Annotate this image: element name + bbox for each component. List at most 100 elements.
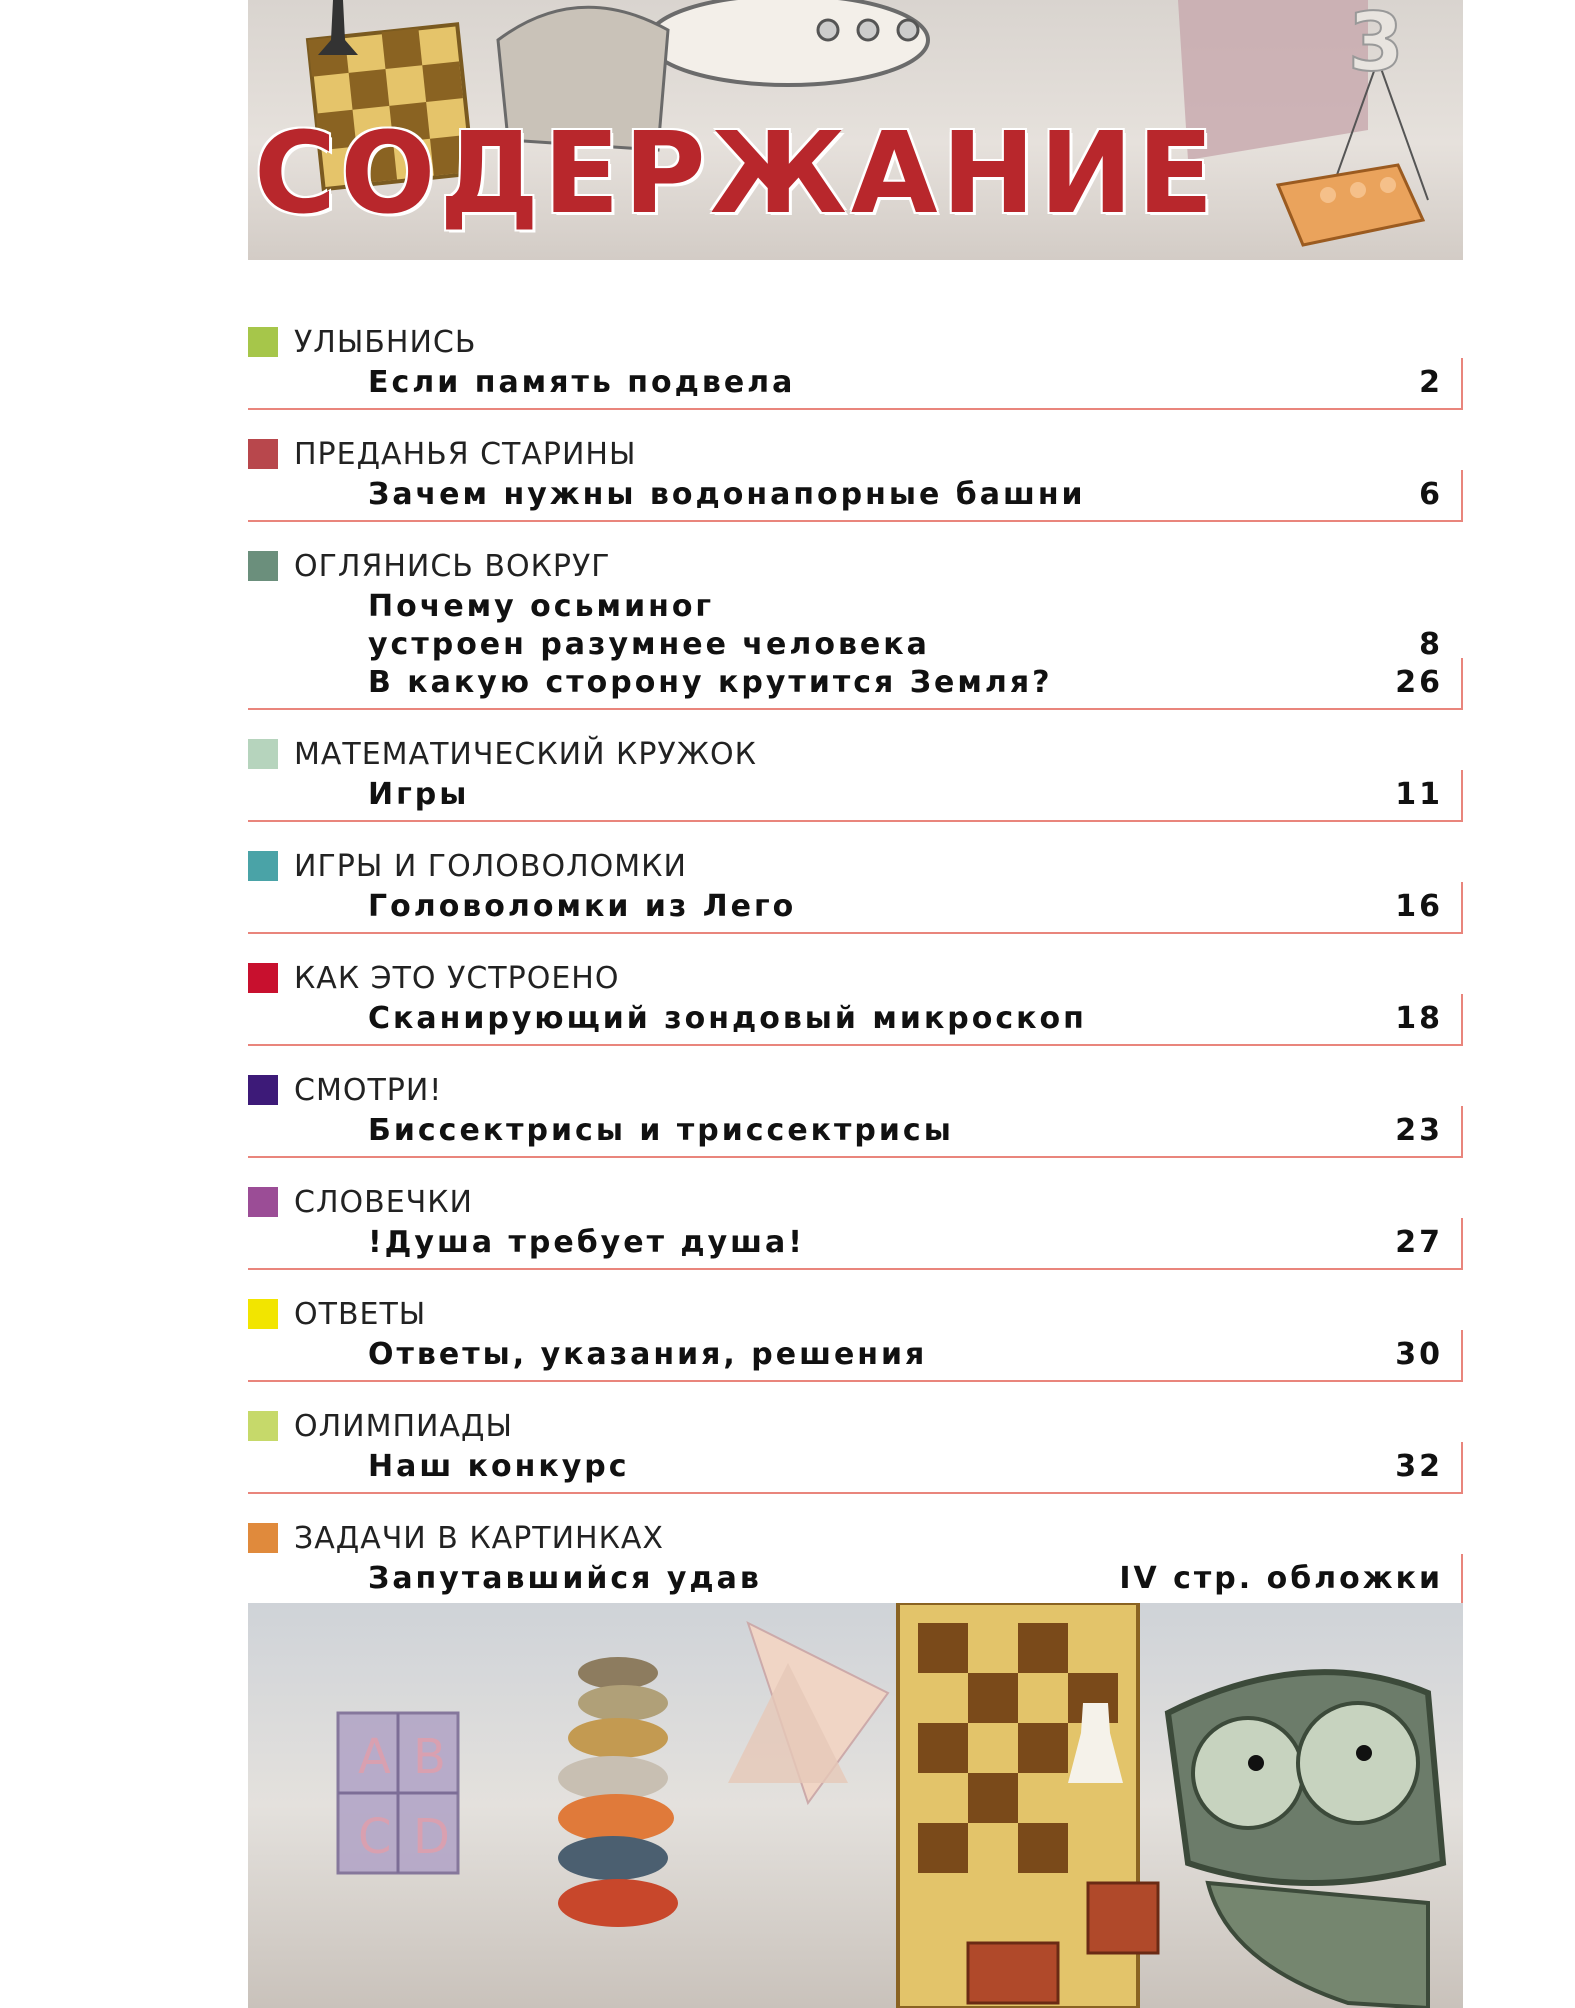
toc-section: ОГЛЯНИСЬ ВОКРУГ Почему осьминог устроен р… (248, 544, 1463, 732)
toc-entry[interactable]: Наш конкурс 32 (248, 1448, 1463, 1486)
entry-page-number: 8 (1419, 627, 1443, 662)
entry-title: Если память подвела (368, 365, 796, 400)
section-header: СЛОВЕЧКИ (248, 1180, 1463, 1224)
entry-title: Наш конкурс (368, 1449, 630, 1484)
svg-text:3: 3 (1348, 0, 1404, 89)
toc-section: ПРЕДАНЬЯ СТАРИНЫ Зачем нужны водонапорные… (248, 432, 1463, 544)
entry-title: !Душа требует душа! (368, 1225, 805, 1260)
footer-banner: A B C D (248, 1603, 1463, 2008)
page-title: СОДЕРЖАНИЕ (254, 109, 1218, 239)
entry-page-number: 16 (1395, 889, 1443, 924)
section-color-swatch (248, 1523, 278, 1553)
section-entries: Головоломки из Лего 16 (248, 882, 1463, 934)
section-color-swatch (248, 963, 278, 993)
entry-title: Ответы, указания, решения (368, 1337, 928, 1372)
toc-entry[interactable]: В какую сторону крутится Земля? 26 (248, 664, 1463, 702)
toc-section: ИГРЫ И ГОЛОВОЛОМКИ Головоломки из Лего 16 (248, 844, 1463, 956)
section-entries: Запутавшийся удав IV стр. обложки (248, 1554, 1463, 1606)
section-color-swatch (248, 1187, 278, 1217)
entry-page-number: 11 (1395, 777, 1443, 812)
toc-section: СМОТРИ! Биссектрисы и триссектрисы 23 (248, 1068, 1463, 1180)
svg-text:C: C (358, 1809, 392, 1865)
section-entries: Игры 11 (248, 770, 1463, 822)
toc-section: УЛЫБНИСЬ Если память подвела 2 (248, 320, 1463, 432)
section-color-swatch (248, 439, 278, 469)
toc-entry[interactable]: Почему осьминог устроен разумнее человек… (248, 588, 1463, 664)
entry-page-number: 2 (1419, 365, 1443, 400)
section-header: ОЛИМПИАДЫ (248, 1404, 1463, 1448)
entry-page-number: 6 (1419, 477, 1443, 512)
section-name: СМОТРИ! (294, 1072, 443, 1108)
section-name: ПРЕДАНЬЯ СТАРИНЫ (294, 436, 637, 472)
toc-entry[interactable]: Ответы, указания, решения 30 (248, 1336, 1463, 1374)
entry-title: В какую сторону крутится Земля? (368, 665, 1053, 700)
entry-page-number: 18 (1395, 1001, 1443, 1036)
entry-title: Головоломки из Лего (368, 889, 797, 924)
section-color-swatch (248, 1299, 278, 1329)
entry-title: Почему осьминог устроен разумнее человек… (368, 589, 930, 662)
entry-title: Зачем нужны водонапорные башни (368, 477, 1086, 512)
section-color-swatch (248, 1411, 278, 1441)
section-name: ОТВЕТЫ (294, 1296, 427, 1332)
toc-entry[interactable]: Головоломки из Лего 16 (248, 888, 1463, 926)
section-color-swatch (248, 327, 278, 357)
toc-entry[interactable]: Запутавшийся удав IV стр. обложки (248, 1560, 1463, 1598)
footer-illustration: A B C D (336, 1603, 1447, 2008)
section-entries: Ответы, указания, решения 30 (248, 1330, 1463, 1382)
section-name: МАТЕМАТИЧЕСКИЙ КРУЖОК (294, 736, 757, 772)
section-header: ОГЛЯНИСЬ ВОКРУГ (248, 544, 1463, 588)
section-name: ИГРЫ И ГОЛОВОЛОМКИ (294, 848, 687, 884)
section-name: СЛОВЕЧКИ (294, 1184, 473, 1220)
section-color-swatch (248, 851, 278, 881)
table-of-contents: УЛЫБНИСЬ Если память подвела 2 ПРЕДАНЬЯ СТА… (248, 320, 1463, 1628)
entry-title: Биссектрисы и триссектрисы (368, 1113, 954, 1148)
section-entries: Почему осьминог устроен разумнее человек… (248, 588, 1463, 710)
svg-text:A: A (358, 1729, 391, 1785)
toc-section: ОЛИМПИАДЫ Наш конкурс 32 (248, 1404, 1463, 1516)
toc-entry[interactable]: !Душа требует душа! 27 (248, 1224, 1463, 1262)
toc-entry[interactable]: Если память подвела 2 (248, 364, 1463, 402)
section-header: ПРЕДАНЬЯ СТАРИНЫ (248, 432, 1463, 476)
toc-entry[interactable]: Игры 11 (248, 776, 1463, 814)
toc-entry[interactable]: Биссектрисы и триссектрисы 23 (248, 1112, 1463, 1150)
toc-entry[interactable]: Сканирующий зондовый микроскоп 18 (248, 1000, 1463, 1038)
entry-page-number: 27 (1395, 1225, 1443, 1260)
section-name: ЗАДАЧИ В КАРТИНКАХ (294, 1520, 664, 1556)
section-header: УЛЫБНИСЬ (248, 320, 1463, 364)
section-header: МАТЕМАТИЧЕСКИЙ КРУЖОК (248, 732, 1463, 776)
section-color-swatch (248, 551, 278, 581)
entry-page-number: 26 (1395, 665, 1443, 700)
section-header: ОТВЕТЫ (248, 1292, 1463, 1336)
section-header: СМОТРИ! (248, 1068, 1463, 1112)
svg-text:B: B (413, 1729, 446, 1785)
section-name: КАК ЭТО УСТРОЕНО (294, 960, 620, 996)
section-entries: Зачем нужны водонапорные башни 6 (248, 470, 1463, 522)
toc-section: МАТЕМАТИЧЕСКИЙ КРУЖОК Игры 11 (248, 732, 1463, 844)
svg-text:D: D (413, 1809, 450, 1865)
section-header: ИГРЫ И ГОЛОВОЛОМКИ (248, 844, 1463, 888)
entry-title: Сканирующий зондовый микроскоп (368, 1001, 1087, 1036)
toc-section: КАК ЭТО УСТРОЕНО Сканирующий зондовый мик… (248, 956, 1463, 1068)
section-header: ЗАДАЧИ В КАРТИНКАХ (248, 1516, 1463, 1560)
entry-page-number: 23 (1395, 1113, 1443, 1148)
section-name: ОГЛЯНИСЬ ВОКРУГ (294, 548, 611, 584)
header-banner: 3 СОДЕРЖАНИЕ (248, 0, 1463, 260)
toc-entry[interactable]: Зачем нужны водонапорные башни 6 (248, 476, 1463, 514)
toc-section: ОТВЕТЫ Ответы, указания, решения 30 (248, 1292, 1463, 1404)
toc-section: СЛОВЕЧКИ !Душа требует душа! 27 (248, 1180, 1463, 1292)
section-entries: Наш конкурс 32 (248, 1442, 1463, 1494)
section-entries: Если память подвела 2 (248, 358, 1463, 410)
section-name: ОЛИМПИАДЫ (294, 1408, 513, 1444)
entry-page-number: 32 (1395, 1449, 1443, 1484)
section-color-swatch (248, 1075, 278, 1105)
